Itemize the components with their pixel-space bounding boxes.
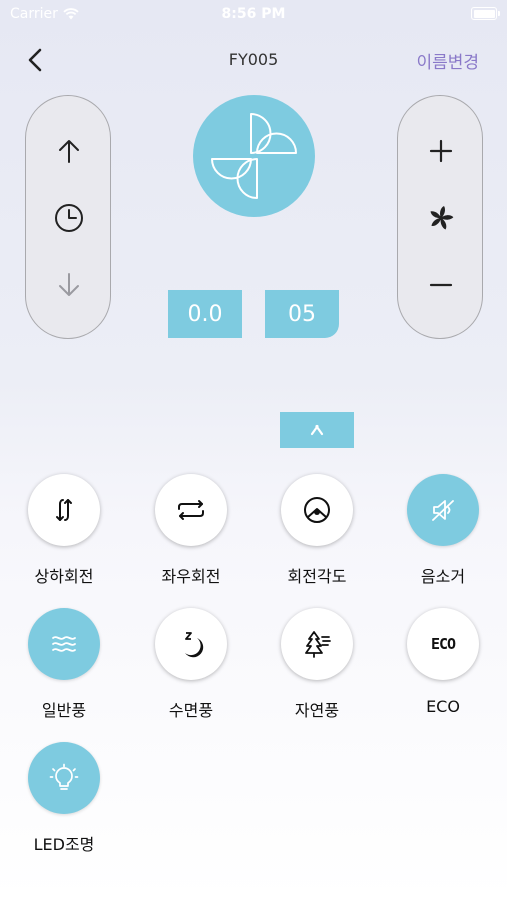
vertical-swing-icon — [56, 499, 72, 521]
horizontal-swing-label: 좌우회전 — [161, 567, 221, 586]
sleep-wind-button[interactable]: 수면풍 — [136, 608, 246, 721]
timer-value-display: 0.0 — [168, 290, 242, 338]
status-time: 8:56 PM — [221, 6, 286, 22]
rename-button[interactable]: 이름변경 — [416, 48, 479, 73]
horizontal-swing-button[interactable]: 좌우회전 — [136, 474, 246, 587]
normal-wind-button[interactable]: 일반풍 — [9, 608, 119, 721]
speed-up-button[interactable] — [398, 126, 484, 176]
rotation-angle-label: 회전각도 — [287, 567, 347, 586]
led-light-icon — [49, 763, 79, 790]
normal-wind-icon — [52, 636, 76, 652]
chevron-up-icon — [310, 424, 324, 436]
sleep-wind-label: 수면풍 — [168, 701, 214, 720]
natural-wind-circle — [281, 608, 353, 680]
speed-value-display: 05 — [265, 290, 339, 338]
timer-button[interactable] — [26, 193, 112, 243]
speed-control-pill — [397, 95, 483, 339]
eco-circle: ECO — [407, 608, 479, 680]
collapse-toggle-button[interactable] — [280, 412, 354, 448]
timer-icon — [55, 204, 83, 232]
battery-icon — [471, 7, 500, 20]
mute-circle — [407, 474, 479, 546]
led-light-button[interactable]: LED조명 — [9, 742, 119, 855]
fan-blades-icon — [211, 113, 297, 199]
status-bar: Carrier 8:56 PM — [0, 0, 507, 28]
natural-wind-label: 자연풍 — [294, 701, 340, 720]
eco-icon: ECO — [430, 635, 456, 653]
vertical-swing-label: 상하회전 — [34, 567, 94, 586]
eco-label: ECO — [426, 697, 460, 716]
led-light-circle — [28, 742, 100, 814]
horizontal-swing-icon — [178, 500, 204, 520]
mute-label: 음소거 — [420, 567, 466, 586]
sleep-wind-icon — [185, 632, 204, 658]
fan-power-button[interactable] — [193, 95, 315, 217]
natural-wind-button[interactable]: 자연풍 — [262, 608, 372, 721]
horizontal-swing-circle — [155, 474, 227, 546]
natural-wind-icon — [305, 631, 331, 658]
normal-wind-label: 일반풍 — [41, 701, 87, 720]
rotation-angle-circle — [281, 474, 353, 546]
vertical-swing-button[interactable]: 상하회전 — [9, 474, 119, 587]
arrow-up-icon — [59, 140, 79, 163]
mute-icon — [432, 500, 454, 521]
minus-icon — [429, 283, 453, 287]
timer-control-pill — [25, 95, 111, 339]
fan-icon — [430, 206, 454, 230]
rotation-angle-icon — [304, 497, 330, 523]
timer-down-button[interactable] — [26, 260, 112, 310]
nav-bar: FY005 이름변경 — [0, 28, 507, 94]
eco-button[interactable]: ECO ECO — [388, 608, 498, 716]
speed-down-button[interactable] — [398, 260, 484, 310]
timer-up-button[interactable] — [26, 126, 112, 176]
plus-icon — [429, 139, 453, 163]
rotation-angle-button[interactable]: 회전각도 — [262, 474, 372, 587]
sleep-wind-circle — [155, 608, 227, 680]
mute-button[interactable]: 음소거 — [388, 474, 498, 587]
vertical-swing-circle — [28, 474, 100, 546]
arrow-down-icon — [59, 273, 79, 296]
led-light-label: LED조명 — [33, 835, 95, 854]
normal-wind-circle — [28, 608, 100, 680]
fan-speed-button[interactable] — [398, 193, 484, 243]
